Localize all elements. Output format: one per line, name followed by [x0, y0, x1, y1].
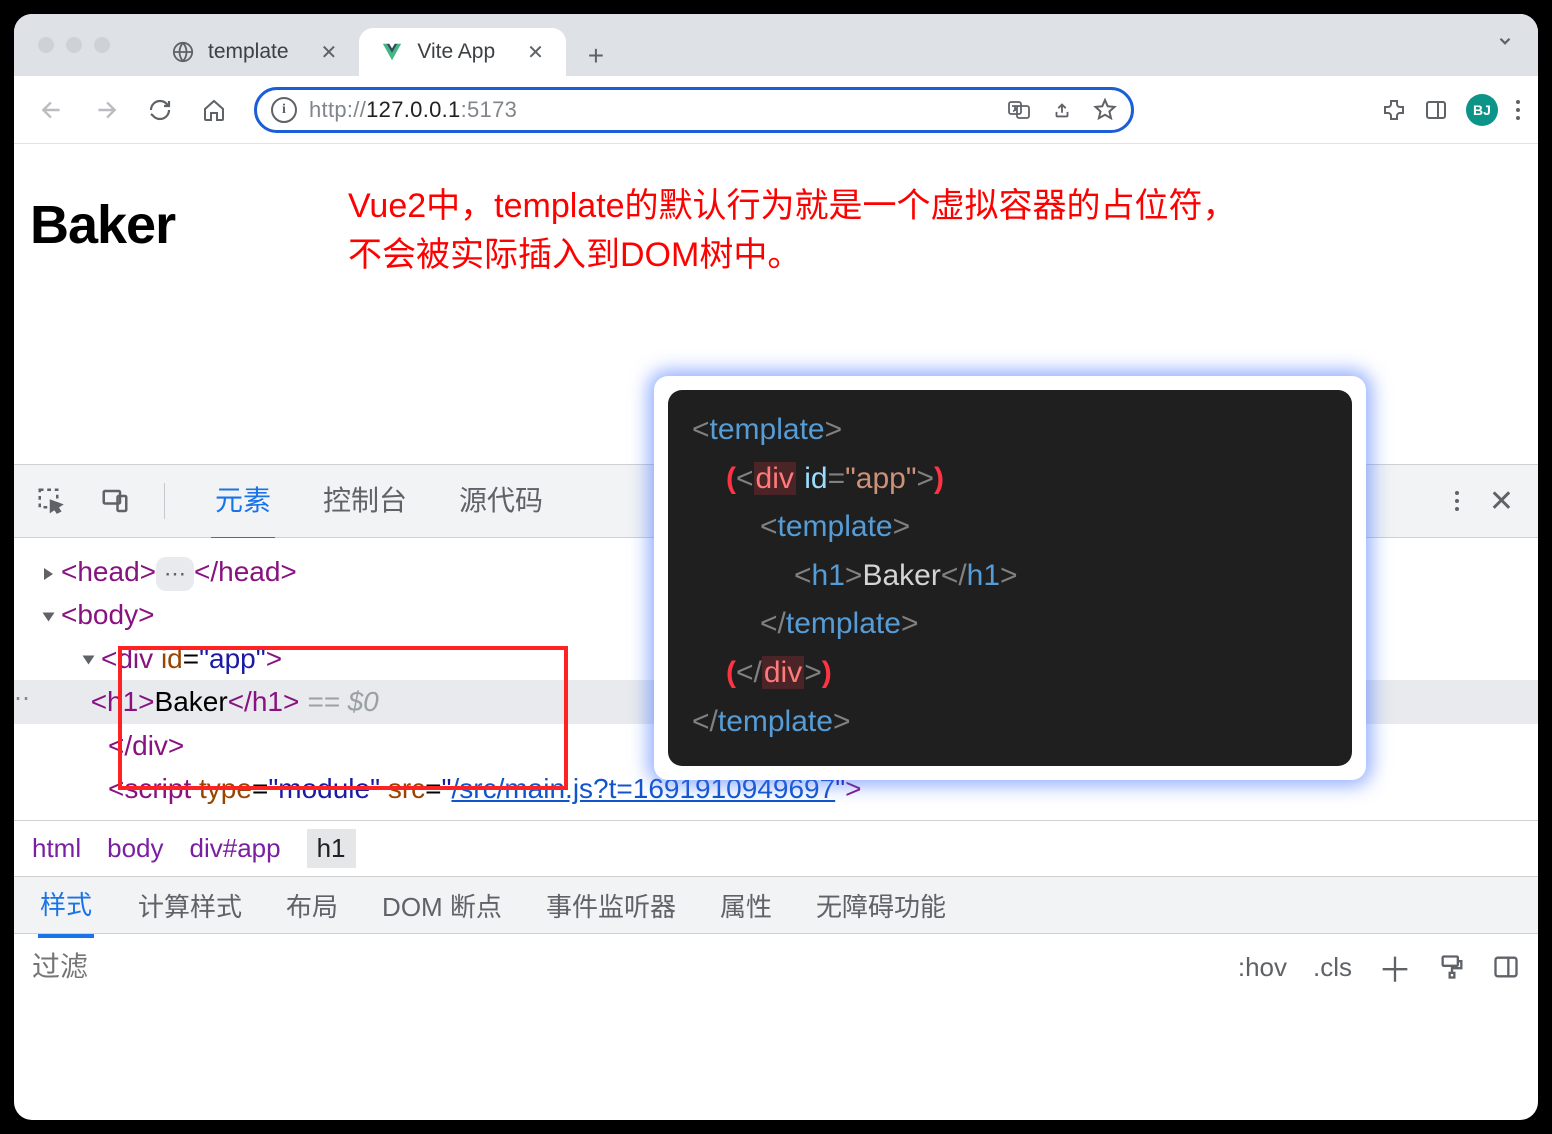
- url-text: http://127.0.0.1:5173: [309, 97, 517, 123]
- styles-tabs: 样式 计算样式 布局 DOM 断点 事件监听器 属性 无障碍功能: [14, 876, 1538, 934]
- panel-toggle-icon[interactable]: [1492, 953, 1520, 981]
- extensions-icon[interactable]: [1382, 98, 1406, 122]
- styles-tab-listeners[interactable]: 事件监听器: [546, 887, 676, 924]
- tab-label: Vite App: [417, 40, 495, 64]
- paint-icon[interactable]: [1438, 953, 1466, 981]
- traffic-close[interactable]: [38, 37, 54, 53]
- forward-button[interactable]: [86, 90, 126, 130]
- devtools-tab-console[interactable]: 控制台: [319, 461, 411, 541]
- devtools-close-icon[interactable]: ✕: [1489, 484, 1514, 519]
- styles-tab-styles[interactable]: 样式: [38, 873, 94, 938]
- reload-button[interactable]: [140, 90, 180, 130]
- close-icon[interactable]: ✕: [527, 40, 544, 65]
- translate-icon[interactable]: [1007, 98, 1031, 122]
- traffic-lights: [38, 37, 110, 53]
- browser-toolbar: i http://127.0.0.1:5173 BJ: [14, 76, 1538, 144]
- crumb-html[interactable]: html: [32, 833, 81, 864]
- tab-vite-app[interactable]: Vite App ✕: [359, 28, 566, 76]
- site-info-icon[interactable]: i: [271, 97, 297, 123]
- styles-tab-computed[interactable]: 计算样式: [138, 887, 242, 924]
- tabs-dropdown-icon[interactable]: [1496, 32, 1514, 50]
- styles-tab-layout[interactable]: 布局: [286, 887, 338, 924]
- devtools-tab-sources[interactable]: 源代码: [455, 461, 547, 541]
- annotation-text: Vue2中，template的默认行为就是一个虚拟容器的占位符， 不会被实际插入…: [348, 182, 1298, 281]
- styles-tab-a11y[interactable]: 无障碍功能: [816, 887, 946, 924]
- traffic-max[interactable]: [94, 37, 110, 53]
- traffic-min[interactable]: [66, 37, 82, 53]
- url-bar[interactable]: i http://127.0.0.1:5173: [254, 87, 1134, 133]
- browser-menu-icon[interactable]: [1516, 100, 1520, 120]
- back-button[interactable]: [32, 90, 72, 130]
- filter-input[interactable]: [32, 951, 432, 983]
- hov-toggle[interactable]: :hov: [1238, 952, 1287, 983]
- device-toggle-icon[interactable]: [100, 486, 130, 516]
- crumb-divapp[interactable]: div#app: [190, 833, 281, 864]
- new-style-rule-icon[interactable]: ＋: [1378, 943, 1412, 992]
- share-icon[interactable]: [1051, 99, 1073, 121]
- crumb-body[interactable]: body: [107, 833, 163, 864]
- bookmark-icon[interactable]: [1093, 98, 1117, 122]
- profile-avatar[interactable]: BJ: [1466, 94, 1498, 126]
- inspect-icon[interactable]: [36, 486, 66, 516]
- devtools-tabs: 元素 控制台 源代码: [211, 461, 547, 541]
- devtools-tab-elements[interactable]: 元素: [211, 461, 275, 541]
- globe-icon: [172, 41, 194, 63]
- devtools-menu-icon[interactable]: [1455, 491, 1459, 511]
- styles-tab-props[interactable]: 属性: [720, 887, 772, 924]
- home-button[interactable]: [194, 90, 234, 130]
- cls-toggle[interactable]: .cls: [1313, 952, 1352, 983]
- dom-breadcrumb: html body div#app h1: [14, 820, 1538, 876]
- tab-label: template: [208, 40, 289, 64]
- styles-filter-bar: :hov .cls ＋: [14, 934, 1538, 1000]
- page-heading: Baker: [30, 194, 175, 256]
- code-overlay: <template> (<div id="app">) <template> <…: [654, 376, 1366, 780]
- browser-tabs: template ✕ Vite App ✕ +: [150, 14, 616, 76]
- new-tab-button[interactable]: +: [576, 36, 616, 76]
- styles-tab-dombp[interactable]: DOM 断点: [382, 887, 502, 924]
- close-icon[interactable]: ✕: [321, 40, 338, 65]
- panel-icon[interactable]: [1424, 98, 1448, 122]
- crumb-h1[interactable]: h1: [307, 829, 356, 868]
- vue-icon: [381, 41, 403, 63]
- titlebar: template ✕ Vite App ✕ +: [14, 14, 1538, 76]
- tab-template[interactable]: template ✕: [150, 28, 359, 76]
